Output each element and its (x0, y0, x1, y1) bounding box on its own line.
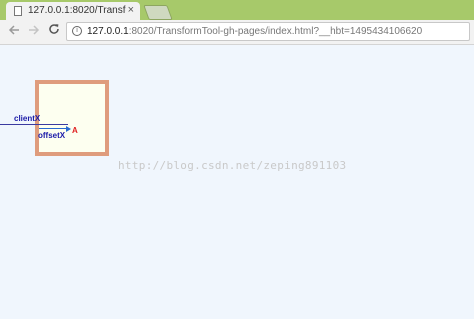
page-viewport: clientX offsetX A http://blog.csdn.net/z… (0, 45, 474, 319)
offsetx-label: offsetX (38, 131, 66, 140)
clientx-label: clientX (14, 114, 41, 123)
reload-button[interactable] (46, 23, 62, 39)
page-favicon-icon (14, 6, 22, 16)
watermark: http://blog.csdn.net/zeping891103 (118, 159, 347, 172)
demo-box[interactable] (35, 80, 109, 156)
url-host: 127.0.0.1 (87, 26, 129, 37)
address-bar[interactable]: i 127.0.0.1:8020/TransformTool-gh-pages/… (66, 22, 470, 41)
arrow-head-icon (66, 126, 71, 132)
point-a-label: A (72, 126, 78, 135)
browser-toolbar: i 127.0.0.1:8020/TransformTool-gh-pages/… (0, 20, 474, 45)
back-button[interactable] (6, 23, 22, 39)
tab-strip: 127.0.0.1:8020/Transfo × (0, 0, 474, 20)
page-info-icon[interactable]: i (72, 26, 82, 36)
tab-close-icon[interactable]: × (128, 4, 134, 16)
new-tab-button[interactable] (143, 5, 173, 20)
clientx-line (0, 124, 68, 125)
offsetx-line (39, 128, 68, 129)
arrow-right-icon (29, 25, 40, 35)
reload-icon (49, 24, 59, 34)
url-text: 127.0.0.1:8020/TransformTool-gh-pages/in… (87, 25, 422, 38)
forward-button[interactable] (26, 23, 42, 39)
tab-title: 127.0.0.1:8020/Transfo (28, 5, 126, 16)
browser-tab[interactable]: 127.0.0.1:8020/Transfo × (6, 2, 140, 20)
url-path: :8020/TransformTool-gh-pages/index.html?… (128, 26, 423, 37)
arrow-left-icon (8, 25, 19, 35)
